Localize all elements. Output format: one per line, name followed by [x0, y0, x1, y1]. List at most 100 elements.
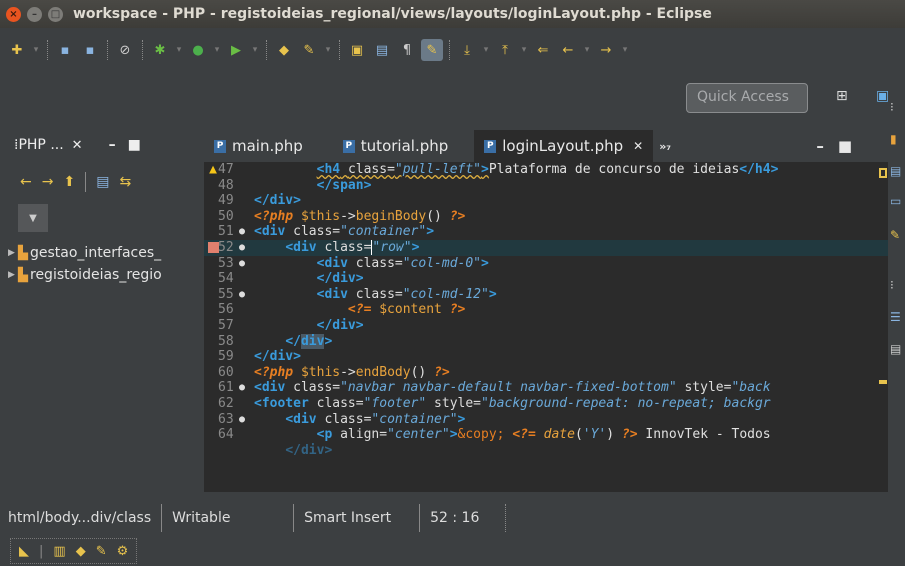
back-dropdown-icon[interactable]: ▾ [582, 39, 592, 61]
tab-tutorial-php[interactable]: P tutorial.php [333, 130, 458, 162]
php-explorer-panel: ⁞ PHP ... ✕ –■ ← → ⬆ ▤ ⇆ ▼ ▶ ▙ gestao_in… [8, 130, 192, 492]
save-all-icon[interactable]: ▪ [79, 39, 101, 61]
hierarchy-icon[interactable]: ☰ [890, 310, 901, 324]
breadcrumb-path: html/body...div/class [0, 504, 163, 532]
maximize-window-icon[interactable]: □ [48, 6, 63, 22]
line-number: 60 [218, 364, 234, 380]
php-explorer-tab[interactable]: ⁞ PHP ... ✕ –■ [8, 130, 192, 160]
code-line: 63 ● <div class="container"> [218, 411, 466, 428]
outline-icon[interactable]: ⁝ [890, 100, 894, 114]
forward-dropdown-icon[interactable]: ▾ [620, 39, 630, 61]
bookmarks-icon[interactable]: ▮ [890, 132, 897, 146]
external-tools-dropdown-icon[interactable]: ▾ [250, 39, 260, 61]
toolbar-separator: | [39, 543, 44, 559]
forward-icon[interactable]: → [595, 39, 617, 61]
line-number: 50 [218, 208, 234, 224]
line-number: 58 [218, 333, 234, 349]
toolbar-separator [47, 40, 48, 60]
tab-label: tutorial.php [360, 137, 449, 155]
properties-icon[interactable]: ▤ [890, 342, 901, 356]
brush-dropdown-icon[interactable]: ▾ [323, 39, 333, 61]
minimize-window-icon[interactable]: – [27, 6, 42, 22]
brush-icon[interactable]: ✎ [298, 39, 320, 61]
code-line: </div> [285, 442, 333, 458]
code-editor[interactable]: ▲ 47 <h4 class="pull-left">Plataforma de … [204, 162, 888, 492]
overview-ruler[interactable] [878, 162, 888, 492]
expand-arrow-icon[interactable]: ▶ [8, 248, 18, 258]
run-icon[interactable]: ● [187, 39, 209, 61]
warning-icon: ▲ [209, 162, 217, 177]
back-icon[interactable]: ← [557, 39, 579, 61]
fold-icon[interactable]: ● [239, 412, 245, 428]
code-line: ▲ 47 <h4 class="pull-left">Plataforma de … [209, 162, 779, 177]
close-icon[interactable]: ✕ [633, 139, 643, 153]
next-annotation-dropdown-icon[interactable]: ▾ [481, 39, 491, 61]
brush-icon[interactable]: ✎ [96, 544, 107, 559]
close-window-icon[interactable]: × [6, 6, 21, 22]
fold-icon[interactable]: ● [239, 287, 245, 303]
brush-icon[interactable]: ✎ [890, 228, 900, 242]
debug-dropdown-icon[interactable]: ▾ [174, 39, 184, 61]
run-dropdown-icon[interactable]: ▾ [212, 39, 222, 61]
minimize-maximize-icon[interactable]: –■ [816, 137, 866, 155]
close-icon[interactable]: ✕ [72, 138, 83, 153]
fold-icon[interactable]: ● [239, 224, 245, 240]
up-icon[interactable]: ⬆ [63, 174, 75, 190]
occurrence-marker[interactable] [879, 380, 887, 384]
tab-main-php[interactable]: P main.php [204, 130, 313, 162]
last-edit-location-icon[interactable]: ⇐ [532, 39, 554, 61]
project-explorer-icon[interactable]: ◣ [19, 544, 29, 559]
line-number: 61 [218, 380, 234, 396]
code-line: 48 </span> [218, 177, 372, 193]
back-icon[interactable]: ← [20, 174, 32, 190]
forward-icon[interactable]: → [42, 174, 54, 190]
expand-arrow-icon[interactable]: ▶ [8, 270, 18, 280]
new-icon[interactable]: ✚ [6, 39, 28, 61]
fold-icon[interactable]: ● [239, 240, 245, 256]
search-icon[interactable]: ▣ [346, 39, 368, 61]
line-number: 51 [218, 224, 234, 240]
console-icon[interactable]: ▭ [890, 194, 901, 208]
open-perspective-icon[interactable]: ⊞ [836, 88, 848, 104]
outline-view-icon[interactable]: ⁝ [890, 278, 894, 292]
toggle-breadcrumb-icon[interactable]: ▤ [371, 39, 393, 61]
line-number: 47 [218, 162, 234, 177]
previous-annotation-icon[interactable]: ⤒ [494, 39, 516, 61]
php-explorer-tab-label: PHP ... [18, 137, 64, 153]
project-item[interactable]: ▶ ▙ gestao_interfaces_ [8, 242, 192, 264]
open-type-icon[interactable]: ◆ [76, 544, 86, 559]
tasks-icon[interactable]: ▤ [890, 164, 901, 178]
quick-access-input[interactable]: Quick Access [686, 83, 808, 113]
fold-icon[interactable]: ● [239, 256, 245, 272]
link-with-editor-icon[interactable]: ⇆ [119, 174, 131, 190]
line-number: 49 [218, 193, 234, 209]
new-dropdown-icon[interactable]: ▾ [31, 39, 41, 61]
collapse-all-icon[interactable]: ▤ [96, 174, 109, 190]
view-menu-dropdown-icon[interactable]: ▼ [18, 204, 48, 232]
insert-mode-status[interactable]: Smart Insert [294, 504, 421, 532]
toolbar-separator [339, 40, 340, 60]
mark-occurrences-icon[interactable]: ✎ [421, 39, 443, 61]
settings-icon[interactable]: ⚙ [117, 544, 129, 559]
project-item[interactable]: ▶ ▙ registoideias_regio [8, 264, 192, 286]
save-icon[interactable]: ▪ [54, 39, 76, 61]
minimize-maximize-icon[interactable]: –■ [109, 137, 153, 153]
code-line: 49 </div> [218, 193, 301, 209]
external-tools-icon[interactable]: ▶ [225, 39, 247, 61]
warning-marker[interactable] [879, 168, 887, 178]
code-line: 64 <p align="center">&copy; <?= date('Y'… [218, 427, 771, 443]
fold-icon[interactable]: ● [239, 380, 245, 396]
write-mode-status: Writable [162, 504, 295, 532]
open-type-icon[interactable]: ◆ [273, 39, 295, 61]
map-icon[interactable]: ▥ [53, 544, 65, 559]
previous-annotation-dropdown-icon[interactable]: ▾ [519, 39, 529, 61]
next-annotation-icon[interactable]: ⤓ [456, 39, 478, 61]
show-whitespace-icon[interactable]: ¶ [396, 39, 418, 61]
debug-icon[interactable]: ✱ [149, 39, 171, 61]
skip-breakpoints-icon[interactable]: ⊘ [114, 39, 136, 61]
tab-loginlayout-php[interactable]: P loginLayout.php ✕ [474, 130, 654, 162]
code-line: 50 <?php $this->beginBody() ?> [218, 208, 466, 224]
tab-overflow-icon[interactable]: »₇ [659, 140, 671, 153]
line-number: 56 [218, 302, 234, 318]
toolbar-separator [107, 40, 108, 60]
